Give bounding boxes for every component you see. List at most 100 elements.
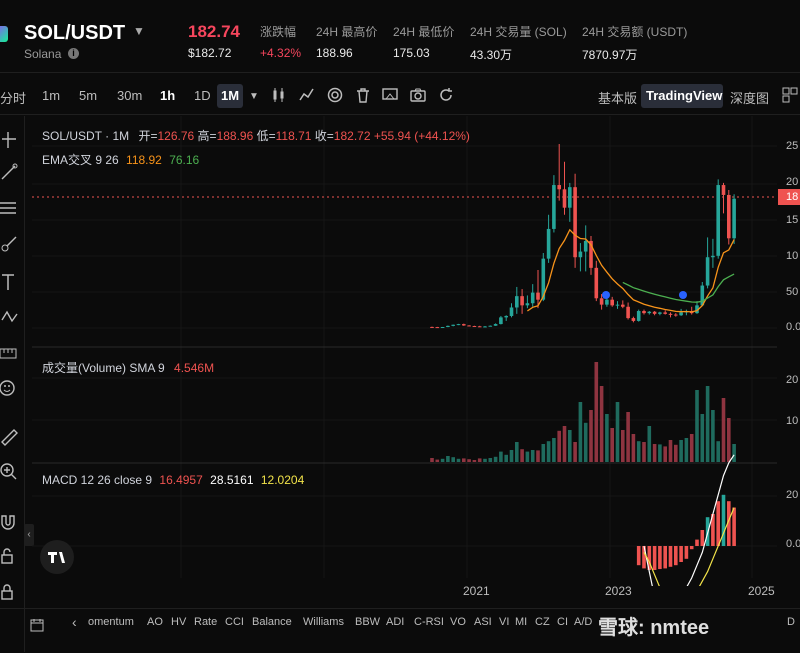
layout-grid-icon[interactable]	[781, 86, 799, 104]
indicators-icon[interactable]	[298, 86, 316, 104]
ema-slow-line	[622, 273, 735, 303]
candle-body	[599, 298, 604, 305]
candle-body	[642, 311, 646, 314]
indicator-tab[interactable]: HV	[171, 616, 186, 628]
settings-icon[interactable]	[326, 86, 344, 104]
ema-fast-value: 118.92	[126, 153, 162, 167]
indicator-tab[interactable]: Rate	[194, 616, 217, 628]
lock-edit-icon[interactable]	[0, 546, 20, 566]
indicator-tab[interactable]: BBW	[355, 616, 380, 628]
camera-icon[interactable]	[409, 86, 427, 104]
last-price-usd: $182.72	[188, 46, 232, 60]
volume-bar	[477, 458, 482, 462]
indicator-tab[interactable]: CZ	[535, 616, 550, 628]
volume-bar	[515, 442, 519, 462]
volume-bar	[636, 441, 641, 462]
crosshair-icon[interactable]	[0, 130, 20, 150]
indicator-tab[interactable]: VO	[450, 616, 466, 628]
scroll-left-icon[interactable]: ‹	[72, 614, 77, 630]
price-tick: 50	[786, 286, 799, 298]
candle-body	[727, 194, 731, 239]
macd-bar	[674, 546, 678, 566]
volume-bar	[647, 426, 652, 462]
drawing-tools-rail	[0, 116, 25, 652]
volume-bar	[504, 454, 508, 462]
measure-icon[interactable]	[0, 426, 20, 446]
view-basic[interactable]: 基本版	[598, 88, 637, 107]
signal-line	[643, 507, 735, 586]
info-icon[interactable]: i	[68, 48, 79, 59]
main-legend: SOL/USDT · 1M 开=126.76 高=188.96 低=118.71…	[42, 127, 470, 144]
timeframe-more-icon[interactable]: ▼	[249, 91, 259, 102]
pattern-icon[interactable]	[0, 306, 20, 326]
volume-bar	[679, 440, 683, 462]
timeframe-1m[interactable]: 1m	[42, 88, 60, 103]
stat-value-volume: 43.30万	[470, 48, 513, 62]
indicator-tab[interactable]: Balance	[252, 616, 292, 628]
lock-icon[interactable]	[0, 582, 20, 602]
indicator-tab[interactable]: CI	[557, 616, 568, 628]
legend-change-value: +55.94 (+44.12%)	[373, 129, 470, 143]
indicator-tab[interactable]: VI	[499, 616, 509, 628]
stat-label-turnover: 24H 交易额 (USDT)	[582, 25, 688, 39]
fib-lines-icon[interactable]	[0, 198, 20, 218]
trash-icon[interactable]	[354, 86, 372, 104]
timeframe-1h[interactable]: 1h	[160, 88, 175, 103]
compare-icon[interactable]	[381, 86, 399, 104]
stat-value-low: 175.03	[393, 46, 430, 60]
calendar-icon[interactable]	[30, 618, 44, 632]
candle-body	[435, 327, 440, 329]
indicator-tab[interactable]: MI	[515, 616, 527, 628]
candle-body	[668, 313, 673, 315]
emoji-icon[interactable]	[0, 378, 20, 398]
last-price: 182.74	[188, 22, 240, 41]
macd-tick: 20	[786, 489, 799, 501]
indicator-tab[interactable]: D	[787, 616, 795, 628]
macd-bar	[684, 546, 689, 559]
timeframe-1d[interactable]: 1D	[194, 88, 211, 103]
chevron-down-icon[interactable]: ▼	[133, 24, 145, 38]
view-tradingview[interactable]: TradingView	[646, 88, 722, 103]
volume-bar	[440, 458, 445, 462]
indicator-tab[interactable]: C-RSI	[414, 616, 444, 628]
macd-legend: MACD 12 26 close 9 16.4957 28.5161 12.02…	[42, 473, 304, 487]
timeframe-tick[interactable]: 分时	[0, 88, 26, 107]
ruler-ranges-icon[interactable]	[0, 344, 20, 364]
volume-bar	[652, 444, 657, 462]
brush-icon[interactable]	[0, 234, 20, 254]
price-chart[interactable]	[32, 116, 777, 586]
zoom-in-icon[interactable]	[0, 462, 20, 482]
indicator-tab[interactable]: ASI	[474, 616, 492, 628]
volume-bar	[621, 430, 625, 462]
candle-body	[631, 318, 636, 321]
candle-body	[647, 311, 652, 314]
last-price-tag: 18	[778, 189, 800, 205]
timeframe-30m[interactable]: 30m	[117, 88, 142, 103]
indicator-tab[interactable]: omentum	[88, 616, 134, 628]
view-depth[interactable]: 深度图	[730, 88, 769, 107]
candle-body	[451, 324, 455, 326]
replay-icon[interactable]	[437, 86, 455, 104]
magnet-icon[interactable]	[0, 512, 20, 532]
candle-body	[610, 299, 614, 306]
timeframe-5m[interactable]: 5m	[79, 88, 97, 103]
candle-type-icon[interactable]	[270, 86, 288, 104]
candle-body	[594, 267, 599, 299]
trend-line-icon[interactable]	[0, 162, 20, 182]
candle-body	[716, 185, 720, 256]
candle-body	[536, 292, 540, 300]
ticker-header: SOL/USDT ▼ Solana i 182.74 $182.72 涨跌幅 +…	[0, 0, 800, 73]
indicator-tab[interactable]: Williams	[303, 616, 344, 628]
candle-body	[483, 326, 487, 328]
indicator-tab[interactable]: CCI	[225, 616, 244, 628]
watermark: 雪球: nmtee	[598, 617, 710, 639]
indicator-tab[interactable]: A/D	[574, 616, 592, 628]
legend-high-label: 高=	[197, 129, 217, 143]
timeframe-1mo[interactable]: 1M	[221, 88, 239, 103]
pair-name[interactable]: SOL/USDT	[24, 22, 125, 45]
text-tool-icon[interactable]	[0, 272, 20, 292]
volume-bar	[626, 412, 630, 462]
indicator-tab[interactable]: ADI	[386, 616, 404, 628]
price-tick: 20	[786, 176, 799, 188]
indicator-tab[interactable]: AO	[147, 616, 163, 628]
